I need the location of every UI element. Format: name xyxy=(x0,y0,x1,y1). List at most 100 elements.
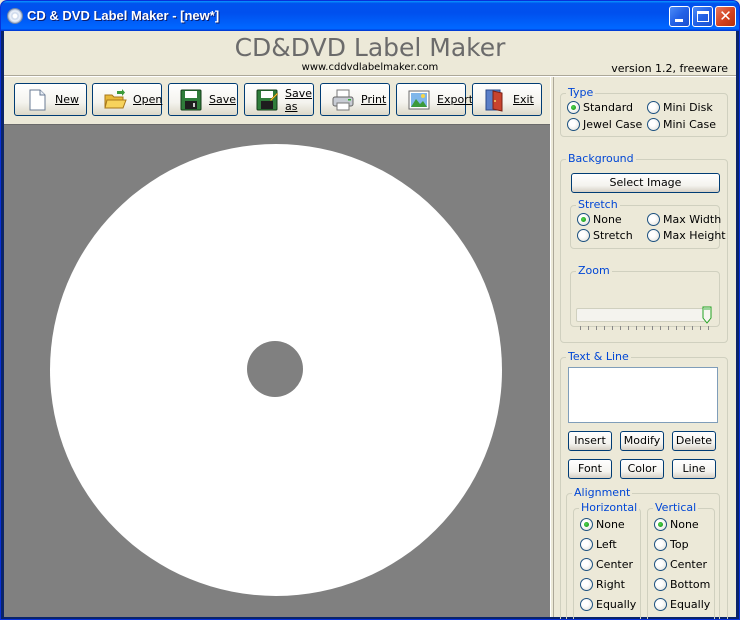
app-window: CD & DVD Label Maker - [new*] ✕ CD&DVD L… xyxy=(0,0,740,620)
select-image-button[interactable]: Select Image xyxy=(571,173,720,193)
radio-unchecked-icon xyxy=(577,229,590,242)
zoom-slider-thumb[interactable] xyxy=(702,306,712,324)
exit-button[interactable]: Exit xyxy=(472,83,542,116)
maximize-icon xyxy=(697,11,709,22)
radio-unchecked-icon xyxy=(654,558,667,571)
horizontal-group-title: Horizontal xyxy=(579,501,640,514)
type-mini-disk-label: Mini Disk xyxy=(663,101,713,114)
type-standard-label: Standard xyxy=(583,101,634,114)
valign-equally-radio[interactable]: Equally xyxy=(654,598,710,611)
halign-equally-radio[interactable]: Equally xyxy=(580,598,636,611)
toolbar: New Open Save Save as Print Export Exit xyxy=(4,81,554,121)
cd-app-icon[interactable] xyxy=(7,8,23,24)
background-group-title: Background xyxy=(566,152,636,165)
valign-top-radio[interactable]: Top xyxy=(654,538,689,551)
stretch-none-radio[interactable]: None xyxy=(577,213,622,226)
type-jewel-case-radio[interactable]: Jewel Case xyxy=(567,118,642,131)
close-icon: ✕ xyxy=(719,7,732,25)
close-button[interactable]: ✕ xyxy=(715,6,736,27)
halign-none-label: None xyxy=(596,518,625,531)
printer-icon xyxy=(331,88,355,112)
halign-right-radio[interactable]: Right xyxy=(580,578,625,591)
insert-button[interactable]: Insert xyxy=(568,431,612,451)
radio-checked-icon xyxy=(567,101,580,114)
stretch-max-width-radio[interactable]: Max Width xyxy=(647,213,721,226)
valign-center-label: Center xyxy=(670,558,708,571)
app-heading: CD&DVD Label Maker xyxy=(234,33,506,62)
stretch-max-height-label: Max Height xyxy=(663,229,726,242)
save-button[interactable]: Save xyxy=(168,83,238,116)
type-mini-case-label: Mini Case xyxy=(663,118,716,131)
app-header: CD&DVD Label Maker www.cddvdlabelmaker.c… xyxy=(4,31,736,75)
version-label: version 1.2, freeware xyxy=(611,62,728,75)
radio-checked-icon xyxy=(580,518,593,531)
export-image-icon xyxy=(407,88,431,112)
alignment-group: Alignment Horizontal None Left Center Ri… xyxy=(566,486,720,619)
type-mini-disk-radio[interactable]: Mini Disk xyxy=(647,101,713,114)
radio-checked-icon xyxy=(577,213,590,226)
window-title: CD & DVD Label Maker - [new*] xyxy=(27,8,220,23)
exit-door-icon xyxy=(483,88,507,112)
radio-checked-icon xyxy=(654,518,667,531)
stretch-none-label: None xyxy=(593,213,622,226)
disc-center-hole xyxy=(247,341,303,397)
stretch-stretch-radio[interactable]: Stretch xyxy=(577,229,633,242)
export-label: Export xyxy=(437,93,474,106)
new-label: New xyxy=(55,93,79,106)
panel-splitter[interactable] xyxy=(550,77,554,617)
save-as-label: Save as xyxy=(285,86,313,113)
type-standard-radio[interactable]: Standard xyxy=(567,101,633,114)
font-button[interactable]: Font xyxy=(568,459,612,479)
type-group: Type Standard Mini Disk Jewel Case Mini … xyxy=(560,86,728,137)
line-button[interactable]: Line xyxy=(672,459,716,479)
delete-button[interactable]: Delete xyxy=(672,431,716,451)
halign-left-radio[interactable]: Left xyxy=(580,538,617,551)
valign-equally-label: Equally xyxy=(670,598,711,611)
zoom-slider-track[interactable] xyxy=(576,308,710,322)
radio-unchecked-icon xyxy=(654,578,667,591)
zoom-group-title: Zoom xyxy=(576,264,612,277)
valign-center-radio[interactable]: Center xyxy=(654,558,707,571)
stretch-max-width-label: Max Width xyxy=(663,213,722,226)
disc-label-preview[interactable] xyxy=(50,144,502,596)
stretch-group-title: Stretch xyxy=(576,198,620,211)
title-bar[interactable]: CD & DVD Label Maker - [new*] ✕ xyxy=(1,1,739,31)
color-button[interactable]: Color xyxy=(620,459,664,479)
zoom-slider-ticks xyxy=(580,326,710,330)
vertical-group-title: Vertical xyxy=(653,501,699,514)
valign-bottom-radio[interactable]: Bottom xyxy=(654,578,710,591)
halign-center-label: Center xyxy=(596,558,634,571)
client-area: CD&DVD Label Maker www.cddvdlabelmaker.c… xyxy=(4,31,736,619)
alignment-group-title: Alignment xyxy=(572,486,633,499)
radio-unchecked-icon xyxy=(654,598,667,611)
radio-unchecked-icon xyxy=(654,538,667,551)
maximize-button[interactable] xyxy=(692,6,713,27)
label-canvas[interactable] xyxy=(4,124,550,617)
type-group-title: Type xyxy=(566,86,596,99)
radio-unchecked-icon xyxy=(647,213,660,226)
halign-left-label: Left xyxy=(596,538,617,551)
export-button[interactable]: Export xyxy=(396,83,473,116)
modify-button[interactable]: Modify xyxy=(620,431,664,451)
stretch-stretch-label: Stretch xyxy=(593,229,633,242)
save-as-icon xyxy=(255,88,279,112)
open-label: Open xyxy=(133,93,163,106)
exit-label: Exit xyxy=(513,93,534,106)
open-button[interactable]: Open xyxy=(92,83,162,116)
stretch-max-height-radio[interactable]: Max Height xyxy=(647,229,726,242)
type-mini-case-radio[interactable]: Mini Case xyxy=(647,118,716,131)
open-folder-icon xyxy=(103,88,127,112)
print-button[interactable]: Print xyxy=(320,83,390,116)
minimize-button[interactable] xyxy=(669,6,690,27)
radio-unchecked-icon xyxy=(580,558,593,571)
text-input-box[interactable] xyxy=(568,367,718,423)
valign-none-radio[interactable]: None xyxy=(654,518,699,531)
halign-none-radio[interactable]: None xyxy=(580,518,625,531)
valign-bottom-label: Bottom xyxy=(670,578,711,591)
radio-unchecked-icon xyxy=(580,538,593,551)
halign-center-radio[interactable]: Center xyxy=(580,558,633,571)
save-as-button[interactable]: Save as xyxy=(244,83,314,116)
new-button[interactable]: New xyxy=(14,83,87,116)
vertical-alignment-group: Vertical None Top Center Bottom Equally xyxy=(647,501,715,619)
floppy-disk-icon xyxy=(179,88,203,112)
